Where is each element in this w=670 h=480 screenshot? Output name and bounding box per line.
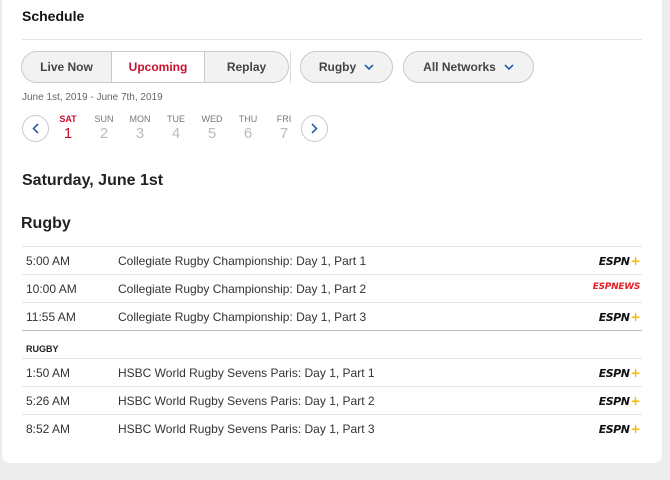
sport-dropdown-label: Rugby bbox=[318, 60, 357, 74]
espnews-logo: ESPNEWS bbox=[592, 282, 641, 292]
tab-live-now[interactable]: Live Now bbox=[22, 52, 111, 82]
chevron-down-icon bbox=[504, 63, 514, 70]
prev-week-button[interactable] bbox=[22, 115, 49, 142]
day-name: SAT bbox=[59, 114, 77, 124]
date-range: June 1st, 2019 - June 7th, 2019 bbox=[22, 92, 163, 103]
day-tue[interactable]: TUE 4 bbox=[161, 114, 191, 142]
chevron-right-icon bbox=[311, 123, 318, 134]
event-title[interactable]: HSBC World Rugby Sevens Paris: Day 1, Pa… bbox=[118, 422, 375, 436]
event-title[interactable]: HSBC World Rugby Sevens Paris: Day 1, Pa… bbox=[118, 366, 375, 380]
table-row[interactable]: 11:55 AM Collegiate Rugby Championship: … bbox=[22, 302, 642, 330]
event-time: 5:00 AM bbox=[26, 253, 71, 268]
network-dropdown[interactable]: All Networks bbox=[403, 51, 534, 83]
day-wed[interactable]: WED 5 bbox=[197, 114, 227, 142]
tab-replay[interactable]: Replay bbox=[205, 52, 288, 82]
day-name: MON bbox=[129, 114, 151, 124]
schedule-table: 5:00 AM Collegiate Rugby Championship: D… bbox=[22, 246, 642, 442]
divider bbox=[290, 51, 291, 83]
day-name: FRI bbox=[276, 114, 292, 124]
schedule-card: Schedule Live Now Upcoming Replay Rugby … bbox=[2, 0, 662, 463]
view-tabs: Live Now Upcoming Replay bbox=[21, 51, 289, 83]
section-subheading: RUGBY bbox=[22, 330, 642, 358]
day-thu[interactable]: THU 6 bbox=[233, 114, 263, 142]
day-number: 6 bbox=[243, 125, 253, 142]
espn-plus-logo: ESPN+ bbox=[598, 310, 641, 324]
chevron-down-icon bbox=[364, 63, 374, 70]
event-title[interactable]: Collegiate Rugby Championship: Day 1, Pa… bbox=[118, 310, 366, 324]
day-fri[interactable]: FRI 7 bbox=[269, 114, 299, 142]
table-row[interactable]: 8:52 AM HSBC World Rugby Sevens Paris: D… bbox=[22, 414, 642, 442]
espn-plus-logo: ESPN+ bbox=[598, 422, 641, 436]
event-time: 8:52 AM bbox=[26, 421, 71, 436]
event-time: 11:55 AM bbox=[26, 309, 76, 324]
event-time: 5:26 AM bbox=[26, 393, 71, 408]
network-dropdown-label: All Networks bbox=[423, 60, 496, 74]
day-number: 1 bbox=[63, 125, 73, 142]
day-number: 5 bbox=[207, 125, 217, 142]
table-row[interactable]: 5:00 AM Collegiate Rugby Championship: D… bbox=[22, 246, 642, 274]
event-title[interactable]: Collegiate Rugby Championship: Day 1, Pa… bbox=[118, 282, 366, 296]
event-time: 1:50 AM bbox=[26, 365, 71, 380]
day-number: 4 bbox=[171, 125, 181, 142]
divider bbox=[22, 39, 642, 40]
day-sat[interactable]: SAT 1 bbox=[53, 114, 83, 142]
next-week-button[interactable] bbox=[301, 115, 328, 142]
sport-heading: Rugby bbox=[21, 215, 71, 232]
event-title[interactable]: HSBC World Rugby Sevens Paris: Day 1, Pa… bbox=[118, 394, 375, 408]
day-sun[interactable]: SUN 2 bbox=[89, 114, 119, 142]
selected-date-heading: Saturday, June 1st bbox=[22, 172, 164, 189]
day-name: SUN bbox=[94, 114, 114, 124]
event-title[interactable]: Collegiate Rugby Championship: Day 1, Pa… bbox=[118, 254, 366, 268]
page-title: Schedule bbox=[22, 8, 85, 24]
chevron-left-icon bbox=[32, 123, 39, 134]
day-name: WED bbox=[201, 114, 223, 124]
table-row[interactable]: 5:26 AM HSBC World Rugby Sevens Paris: D… bbox=[22, 386, 642, 414]
day-mon[interactable]: MON 3 bbox=[125, 114, 155, 142]
table-row[interactable]: 10:00 AM Collegiate Rugby Championship: … bbox=[22, 274, 642, 302]
event-time: 10:00 AM bbox=[26, 281, 77, 296]
table-row[interactable]: 1:50 AM HSBC World Rugby Sevens Paris: D… bbox=[22, 358, 642, 386]
day-number: 7 bbox=[279, 125, 289, 142]
day-name: THU bbox=[238, 114, 258, 124]
day-number: 3 bbox=[135, 125, 145, 142]
tab-upcoming[interactable]: Upcoming bbox=[111, 51, 205, 83]
espn-plus-logo: ESPN+ bbox=[598, 254, 641, 268]
espn-plus-logo: ESPN+ bbox=[598, 366, 641, 380]
sport-dropdown[interactable]: Rugby bbox=[300, 51, 393, 83]
day-number: 2 bbox=[99, 125, 109, 142]
espn-plus-logo: ESPN+ bbox=[598, 394, 641, 408]
day-name: TUE bbox=[167, 114, 185, 124]
